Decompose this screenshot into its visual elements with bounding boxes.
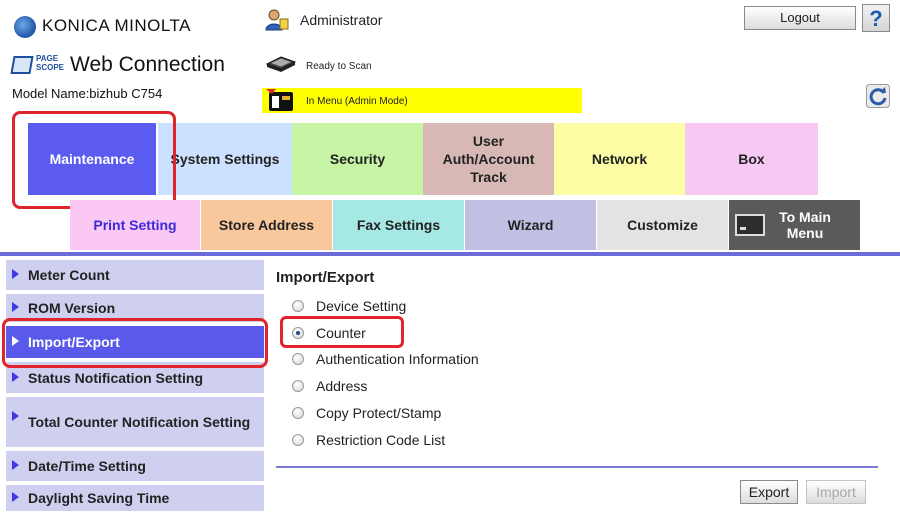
tab-to-main-menu[interactable]: To Main Menu (729, 200, 860, 250)
sidebar-item-label: Daylight Saving Time (28, 490, 170, 506)
option-copy-protect-stamp[interactable]: Copy Protect/Stamp (292, 403, 441, 423)
sidebar-item-label: Meter Count (28, 267, 110, 283)
sidebar-item-label: Total Counter Notification Setting (28, 414, 251, 430)
admin-mode-icon (266, 89, 293, 111)
radio-button[interactable] (292, 300, 304, 312)
menu-icon (735, 214, 765, 236)
tab-system-settings[interactable]: System Settings (158, 123, 292, 195)
sidebar-item-label: Status Notification Setting (28, 369, 203, 386)
option-label: Copy Protect/Stamp (316, 405, 442, 421)
sidebar-item-label: ROM Version (28, 300, 116, 316)
counter-highlight-box (280, 316, 404, 348)
tab-box[interactable]: Box (685, 123, 818, 195)
option-label: Device Setting (316, 298, 407, 314)
pagescope-icon (10, 56, 34, 74)
arrow-right-icon (12, 269, 19, 279)
admin-mode-text: In Menu (Admin Mode) (306, 96, 408, 107)
option-address[interactable]: Address (292, 376, 367, 396)
brand-logo-text: KONICA MINOLTA (42, 16, 192, 35)
option-authentication-information[interactable]: Authentication Information (292, 349, 479, 369)
sidebar-item-label: Date/Time Setting (28, 458, 146, 474)
tab-wizard[interactable]: Wizard (465, 200, 596, 250)
import-export-highlight-box (2, 318, 268, 368)
maintenance-highlight-box (12, 111, 176, 209)
logged-in-user: Administrator (300, 12, 383, 28)
import-button[interactable]: Import (806, 480, 866, 504)
device-status: Ready to Scan (306, 61, 372, 72)
option-label: Restriction Code List (316, 432, 446, 448)
tab-store-address[interactable]: Store Address (201, 200, 332, 250)
arrow-right-icon (12, 371, 19, 382)
tab-user-auth-account-track[interactable]: User Auth/Account Track (423, 123, 554, 195)
konica-minolta-globe-icon (14, 16, 36, 38)
option-restriction-code-list[interactable]: Restriction Code List (292, 430, 445, 450)
sidebar-item-meter-count[interactable]: Meter Count (6, 260, 264, 292)
export-button[interactable]: Export (740, 480, 798, 504)
sidebar-item-total-counter-notification-setting[interactable]: Total Counter Notification Setting (6, 397, 264, 449)
tab-customize[interactable]: Customize (597, 200, 728, 250)
content-divider (276, 466, 878, 468)
product-title: Web Connection (70, 53, 225, 76)
option-device-setting[interactable]: Device Setting (292, 296, 406, 316)
admin-user-icon (265, 9, 289, 31)
arrow-right-icon (12, 492, 19, 502)
radio-button[interactable] (292, 353, 304, 365)
tab-network[interactable]: Network (554, 123, 685, 195)
arrow-right-icon (12, 302, 19, 312)
model-name: Model Name:bizhub C754 (12, 86, 163, 101)
tab-print-setting[interactable]: Print Setting (70, 200, 200, 250)
option-label: Authentication Information (316, 351, 479, 367)
sidebar-item-date-time-setting[interactable]: Date/Time Setting (6, 451, 264, 483)
scanner-icon (265, 56, 297, 72)
radio-button[interactable] (292, 380, 304, 392)
tab-security[interactable]: Security (292, 123, 423, 195)
help-button[interactable]: ? (862, 4, 890, 32)
radio-button[interactable] (292, 434, 304, 446)
radio-button[interactable] (292, 407, 304, 419)
option-label: Address (316, 378, 368, 394)
to-main-menu-label: To Main Menu (779, 209, 831, 241)
page-title: Import/Export (276, 269, 375, 286)
arrow-right-icon (12, 411, 19, 421)
tab-fax-settings[interactable]: Fax Settings (333, 200, 464, 250)
pagescope-text: PAGE SCOPE (36, 54, 65, 72)
logout-button[interactable]: Logout (744, 6, 856, 30)
refresh-icon[interactable] (866, 84, 890, 108)
sidebar-item-daylight-saving-time[interactable]: Daylight Saving Time (6, 485, 264, 513)
nav-divider (0, 252, 900, 256)
arrow-right-icon (12, 460, 19, 470)
